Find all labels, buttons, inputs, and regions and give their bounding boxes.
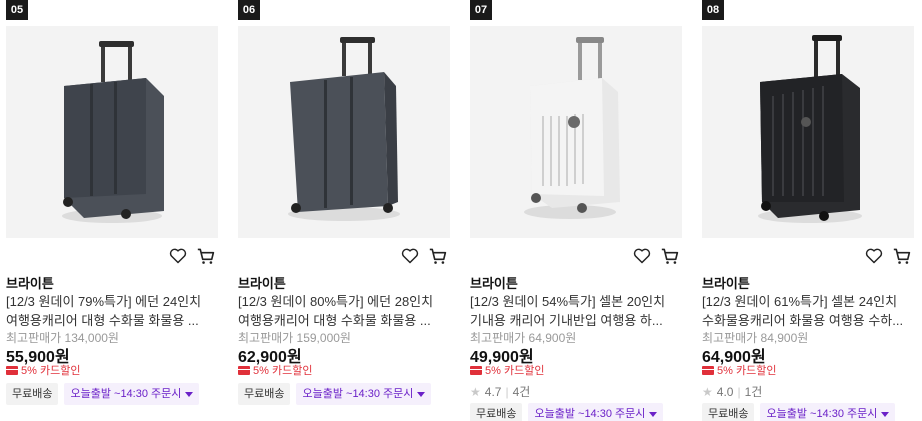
triangle-down-icon (881, 411, 890, 417)
triangle-down-icon (417, 391, 426, 397)
rank-badge: 08 (702, 0, 724, 20)
product-grid: 05 브라이튼 [12/3 원데이 79%특가] 에던 24인치 여행용캐리어 … (0, 0, 922, 421)
heart-icon[interactable] (864, 246, 884, 266)
today-ship-label: 오늘출발 ~14:30 주문시 (534, 408, 646, 420)
brand-name: 브라이튼 (6, 276, 54, 291)
rating: ★ 4.0 | 1건 (702, 383, 762, 400)
tag-list: 무료배송 오늘출발 ~14:30 주문시 (470, 403, 664, 421)
cart-icon[interactable] (428, 246, 448, 266)
product-image[interactable] (238, 26, 450, 238)
free-shipping-tag: 무료배송 (470, 403, 523, 421)
brand-name: 브라이튼 (238, 276, 286, 291)
credit-card-icon (6, 365, 18, 375)
cart-icon[interactable] (196, 246, 216, 266)
product-card[interactable]: 08 브라이튼 [12/3 원데이 61%특가] 셀본 24인치 수화물용캐리어… (702, 0, 914, 421)
today-ship-tag[interactable]: 오늘출발 ~14:30 주문시 (528, 403, 664, 421)
suitcase-image (62, 41, 164, 223)
star-icon: ★ (470, 384, 481, 399)
heart-icon[interactable] (168, 246, 188, 266)
card-actions (632, 246, 680, 266)
card-actions (864, 246, 912, 266)
rating-separator: | (505, 384, 509, 399)
rank-badge: 05 (6, 0, 28, 20)
cart-icon[interactable] (660, 246, 680, 266)
card-discount: 5% 카드할인 (702, 362, 776, 378)
product-title[interactable]: [12/3 원데이 54%특가] 셀본 20인치 기내용 캐리어 기내반입 여행… (470, 292, 682, 330)
triangle-down-icon (185, 391, 194, 397)
today-ship-tag[interactable]: 오늘출발 ~14:30 주문시 (760, 403, 896, 421)
product-card[interactable]: 06 브라이튼 [12/3 원데이 80%특가] 에던 28인치 여행용캐리어 … (238, 0, 450, 421)
rating: ★ 4.7 | 4건 (470, 383, 530, 400)
product-image[interactable] (470, 26, 682, 238)
tag-list: 무료배송 오늘출발 ~14:30 주문시 (6, 383, 200, 405)
tag-list: 무료배송 오늘출발 ~14:30 주문시 (238, 383, 432, 405)
product-image[interactable] (702, 26, 914, 238)
discount-label: 5% 카드할인 (717, 365, 777, 377)
product-card[interactable]: 07 브라이튼 [12/3 원데이 54%특가] 셀본 20인치 기내용 캐리어… (470, 0, 682, 421)
free-shipping-tag: 무료배송 (702, 403, 755, 421)
card-actions (168, 246, 216, 266)
brand-name: 브라이튼 (702, 276, 750, 291)
suitcase-image (524, 37, 620, 219)
suitcase-image (758, 35, 862, 223)
tag-list: 무료배송 오늘출발 ~14:30 주문시 (702, 403, 896, 421)
suitcase-image (288, 37, 400, 221)
card-discount: 5% 카드할인 (470, 362, 544, 378)
card-actions (400, 246, 448, 266)
today-ship-label: 오늘출발 ~14:30 주문시 (302, 388, 414, 400)
free-shipping-tag: 무료배송 (238, 383, 291, 405)
discount-label: 5% 카드할인 (485, 365, 545, 377)
free-shipping-tag: 무료배송 (6, 383, 59, 405)
rating-separator: | (737, 384, 741, 399)
review-count: 4건 (512, 385, 531, 399)
star-icon: ★ (702, 384, 713, 399)
heart-icon[interactable] (400, 246, 420, 266)
rank-badge: 07 (470, 0, 492, 20)
today-ship-tag[interactable]: 오늘출발 ~14:30 주문시 (296, 383, 432, 405)
today-ship-label: 오늘출발 ~14:30 주문시 (70, 388, 182, 400)
product-image[interactable] (6, 26, 218, 238)
rank-badge: 06 (238, 0, 260, 20)
rating-score: 4.7 (484, 384, 502, 399)
product-title[interactable]: [12/3 원데이 80%특가] 에던 28인치 여행용캐리어 대형 수화물 화… (238, 292, 450, 330)
card-discount: 5% 카드할인 (238, 362, 312, 378)
credit-card-icon (702, 365, 714, 375)
today-ship-label: 오늘출발 ~14:30 주문시 (766, 408, 878, 420)
product-card[interactable]: 05 브라이튼 [12/3 원데이 79%특가] 에던 24인치 여행용캐리어 … (6, 0, 218, 421)
rating-score: 4.0 (716, 384, 734, 399)
review-count: 1건 (744, 385, 763, 399)
product-title[interactable]: [12/3 원데이 79%특가] 에던 24인치 여행용캐리어 대형 수화물 화… (6, 292, 218, 330)
heart-icon[interactable] (632, 246, 652, 266)
credit-card-icon (470, 365, 482, 375)
today-ship-tag[interactable]: 오늘출발 ~14:30 주문시 (64, 383, 200, 405)
cart-icon[interactable] (892, 246, 912, 266)
triangle-down-icon (649, 411, 658, 417)
card-discount: 5% 카드할인 (6, 362, 80, 378)
credit-card-icon (238, 365, 250, 375)
discount-label: 5% 카드할인 (253, 365, 313, 377)
product-title[interactable]: [12/3 원데이 61%특가] 셀본 24인치 수화물용캐리어 화물용 여행용… (702, 292, 914, 330)
discount-label: 5% 카드할인 (21, 365, 81, 377)
brand-name: 브라이튼 (470, 276, 518, 291)
